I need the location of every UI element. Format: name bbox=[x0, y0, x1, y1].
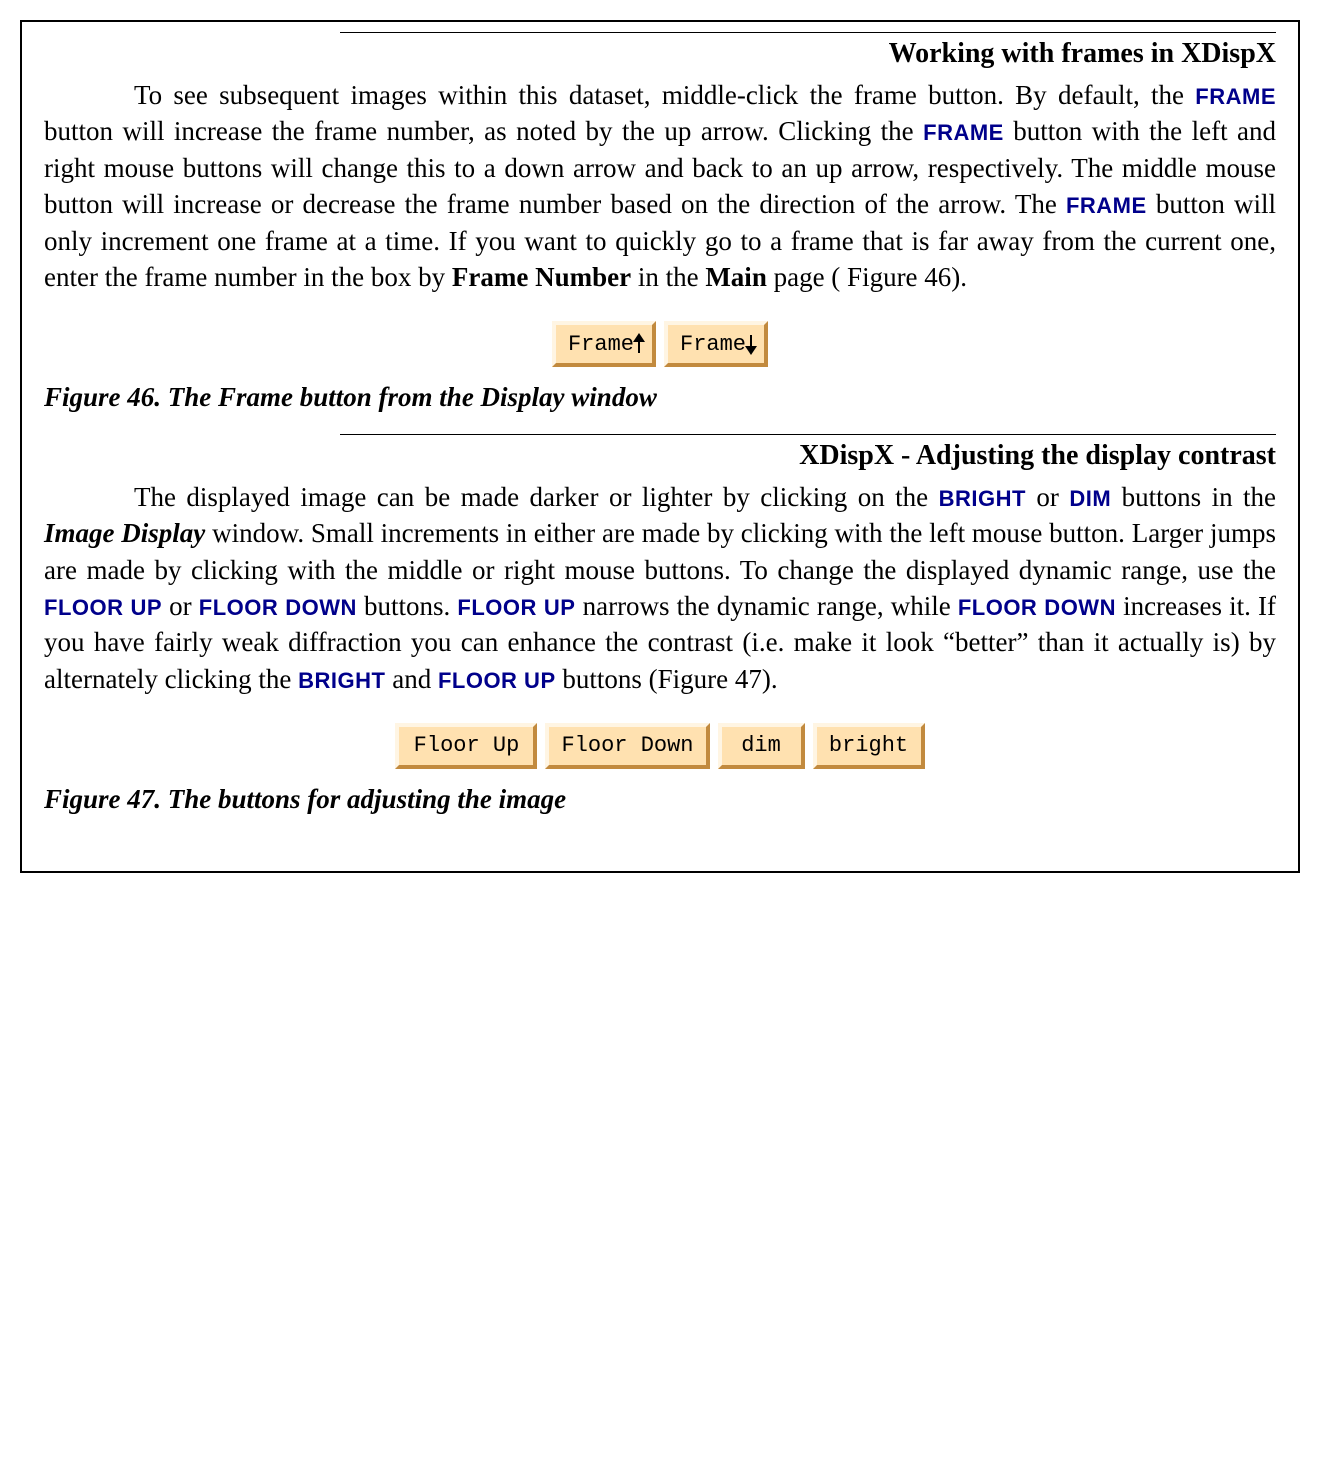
bold-main: Main bbox=[705, 262, 767, 292]
button-label: Floor Up bbox=[414, 731, 520, 761]
button-label: Frame bbox=[680, 330, 746, 360]
text: or bbox=[1026, 482, 1069, 512]
paragraph-frames: To see subsequent images within this dat… bbox=[44, 77, 1276, 296]
keyword-frame: FRAME bbox=[1066, 193, 1147, 218]
keyword-bright: BRIGHT bbox=[298, 668, 385, 693]
text: window. Small increments in either are m… bbox=[44, 518, 1276, 584]
button-label: dim bbox=[741, 731, 781, 761]
bright-button[interactable]: bright bbox=[813, 723, 925, 769]
button-label: Frame bbox=[568, 330, 634, 360]
paragraph-contrast: The displayed image can be made darker o… bbox=[44, 479, 1276, 698]
text: button will increase the frame number, a… bbox=[44, 116, 923, 146]
arrow-up-icon bbox=[638, 335, 640, 353]
section-divider bbox=[340, 434, 1276, 435]
text: or bbox=[162, 591, 199, 621]
arrow-down-icon bbox=[750, 335, 752, 353]
text: buttons. bbox=[357, 591, 458, 621]
keyword-floor-down: FLOOR DOWN bbox=[199, 595, 357, 620]
keyword-dim: DIM bbox=[1069, 486, 1111, 511]
text: buttons in the bbox=[1111, 482, 1276, 512]
text: buttons (Figure 47). bbox=[556, 664, 778, 694]
figure-46-caption: Figure 46. The Frame button from the Dis… bbox=[44, 379, 1276, 415]
keyword-frame: FRAME bbox=[923, 120, 1004, 145]
section-divider bbox=[340, 32, 1276, 33]
frame-down-button[interactable]: Frame bbox=[664, 321, 768, 367]
button-label: bright bbox=[829, 731, 908, 761]
keyword-frame: FRAME bbox=[1195, 84, 1276, 109]
button-label: Floor Down bbox=[561, 731, 693, 761]
bold-frame-number: Frame Number bbox=[452, 262, 631, 292]
section-heading-frames: Working with frames in XDispX bbox=[44, 35, 1276, 73]
document-page: Working with frames in XDispX To see sub… bbox=[20, 20, 1300, 873]
floor-down-button[interactable]: Floor Down bbox=[545, 723, 709, 769]
figure-47-buttons: Floor Up Floor Down dim bright bbox=[44, 723, 1276, 769]
figure-47-caption: Figure 47. The buttons for adjusting the… bbox=[44, 781, 1276, 817]
section-heading-contrast: XDispX - Adjusting the display contrast bbox=[44, 437, 1276, 475]
figure-46-buttons: Frame Frame bbox=[44, 321, 1276, 367]
keyword-bright: BRIGHT bbox=[939, 486, 1026, 511]
text: To see subsequent images within this dat… bbox=[134, 80, 1195, 110]
keyword-floor-up: FLOOR UP bbox=[438, 668, 556, 693]
text: page ( Figure 46). bbox=[767, 262, 967, 292]
floor-up-button[interactable]: Floor Up bbox=[395, 723, 537, 769]
keyword-floor-up: FLOOR UP bbox=[44, 595, 162, 620]
text: narrows the dynamic range, while bbox=[575, 591, 957, 621]
text: The displayed image can be made darker o… bbox=[134, 482, 939, 512]
text: and bbox=[385, 664, 437, 694]
italic-image-display: Image Display bbox=[44, 518, 205, 548]
frame-up-button[interactable]: Frame bbox=[552, 321, 656, 367]
dim-button[interactable]: dim bbox=[718, 723, 805, 769]
text: in the bbox=[631, 262, 705, 292]
keyword-floor-up: FLOOR UP bbox=[457, 595, 575, 620]
keyword-floor-down: FLOOR DOWN bbox=[958, 595, 1116, 620]
